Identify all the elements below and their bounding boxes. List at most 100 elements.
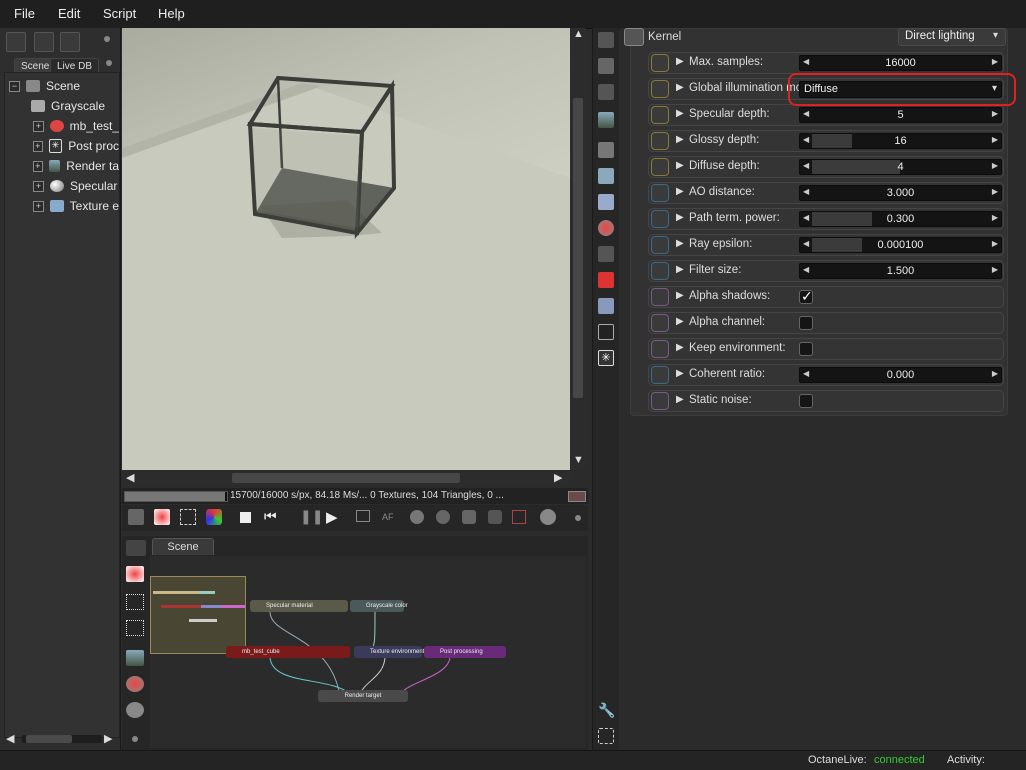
- collapse-icon[interactable]: [60, 32, 80, 52]
- kernel-type-dropdown[interactable]: Direct lighting ▾: [898, 28, 1006, 46]
- render-viewport[interactable]: [122, 28, 570, 470]
- param-row[interactable]: ▶ AO distance: ◀ ▶ 3.000: [648, 182, 1004, 204]
- scroll-down-icon[interactable]: ▼: [573, 454, 584, 466]
- int-param-icon[interactable]: [651, 54, 669, 72]
- float-param-icon[interactable]: [651, 210, 669, 228]
- param-row[interactable]: ▶ Keep environment:: [648, 338, 1004, 360]
- material-node-icon[interactable]: [126, 676, 144, 692]
- graph-menu-icon[interactable]: [126, 540, 146, 556]
- param-slider[interactable]: ◀ ▶ 16000: [799, 55, 1002, 71]
- bool-param-icon[interactable]: [651, 340, 669, 358]
- param-checkbox[interactable]: [799, 394, 813, 408]
- geometry-icon[interactable]: [598, 272, 614, 288]
- param-row[interactable]: ▶ Max. samples: ◀ ▶ 16000: [648, 52, 1004, 74]
- param-row[interactable]: ▶ Specular depth: ◀ ▶ 5: [648, 104, 1004, 126]
- param-slider[interactable]: ◀ ▶ 1.500: [799, 263, 1002, 279]
- expand-arrow-icon[interactable]: ▶: [676, 82, 684, 93]
- graph-node-post-processing[interactable]: Post processing: [424, 646, 506, 658]
- tree-expand-toggle[interactable]: +: [33, 200, 44, 212]
- scroll-track[interactable]: [22, 735, 102, 743]
- tree-expand-toggle[interactable]: +: [33, 120, 44, 132]
- fit-view-icon[interactable]: [180, 509, 196, 525]
- expand-arrow-icon[interactable]: ▶: [676, 108, 684, 119]
- scroll-thumb[interactable]: [26, 735, 72, 743]
- tab-pin-icon[interactable]: [106, 60, 112, 66]
- tree-item[interactable]: + Texture e: [33, 197, 119, 215]
- float-param-icon[interactable]: [651, 366, 669, 384]
- kernel-icon[interactable]: [598, 246, 614, 262]
- expand-arrow-icon[interactable]: ▶: [676, 342, 684, 353]
- int-param-icon[interactable]: [651, 158, 669, 176]
- scroll-right-icon[interactable]: ▶: [104, 732, 112, 745]
- camera-icon[interactable]: [598, 142, 614, 158]
- cloud-render-icon[interactable]: [128, 509, 144, 525]
- material-picker-icon[interactable]: [410, 510, 424, 524]
- param-row[interactable]: ▶ Path term. power: ◀ ▶ 0.300: [648, 208, 1004, 230]
- param-slider[interactable]: ◀ ▶ 16: [799, 133, 1002, 149]
- scroll-up-icon[interactable]: ▲: [573, 28, 584, 40]
- expand-arrow-icon[interactable]: ▶: [676, 264, 684, 275]
- menu-file[interactable]: File: [14, 6, 35, 21]
- param-checkbox[interactable]: ✓: [799, 288, 813, 304]
- scroll-thumb[interactable]: [573, 98, 583, 398]
- param-slider[interactable]: ◀ ▶ 0.300: [799, 211, 1002, 227]
- scroll-left-icon[interactable]: ◀: [6, 732, 14, 745]
- environment-node-icon[interactable]: [126, 702, 144, 718]
- arrange-nodes-icon[interactable]: [126, 594, 144, 610]
- tree-expand-toggle[interactable]: +: [33, 140, 43, 152]
- graph-node-mb-test-cube[interactable]: mb_test_cube: [226, 646, 350, 658]
- menu-edit[interactable]: Edit: [58, 6, 80, 21]
- viewport-horizontal-scrollbar[interactable]: ◀ ▶: [122, 470, 570, 486]
- pause-icon[interactable]: ❚❚: [300, 508, 323, 525]
- param-row[interactable]: ▶ Coherent ratio: ◀ ▶ 0.000: [648, 364, 1004, 386]
- expand-arrow-icon[interactable]: ▶: [676, 290, 684, 301]
- param-slider[interactable]: ◀ ▶ 5: [799, 107, 1002, 123]
- object-picker-icon[interactable]: [436, 510, 450, 524]
- param-slider[interactable]: ◀ ▶ 0.000: [799, 367, 1002, 383]
- float-param-icon[interactable]: [651, 236, 669, 254]
- collapse-all-icon[interactable]: [598, 84, 614, 100]
- param-slider[interactable]: ◀ ▶ 4: [799, 159, 1002, 175]
- menu-script[interactable]: Script: [103, 6, 136, 21]
- focus-picker-icon[interactable]: [512, 510, 526, 524]
- post-processing-icon[interactable]: ✳: [598, 350, 614, 366]
- graph-node-texture-environment[interactable]: Texture environment: [354, 646, 424, 658]
- expand-arrow-icon[interactable]: ▶: [676, 368, 684, 379]
- menu-help[interactable]: Help: [158, 6, 185, 21]
- gi-mode-dropdown[interactable]: Diffuse ▾: [799, 81, 1002, 98]
- expand-arrow-icon[interactable]: ▶: [676, 160, 684, 171]
- tree-item[interactable]: + mb_test_: [33, 117, 119, 135]
- imager-icon[interactable]: [598, 168, 614, 184]
- outliner-menu-icon[interactable]: [6, 32, 26, 52]
- float-param-icon[interactable]: [651, 184, 669, 202]
- render-target-node-icon[interactable]: [126, 650, 144, 666]
- environment-icon[interactable]: [598, 194, 614, 210]
- material-icon[interactable]: [598, 220, 614, 236]
- expand-icon[interactable]: [598, 728, 614, 744]
- param-checkbox[interactable]: [799, 342, 813, 356]
- param-row[interactable]: ▶ Ray epsilon: ◀ ▶ 0.000100: [648, 234, 1004, 256]
- expand-arrow-icon[interactable]: ▶: [676, 186, 684, 197]
- restart-icon[interactable]: ⏮: [264, 508, 277, 525]
- render-target-icon[interactable]: [598, 112, 614, 128]
- white-balance-icon[interactable]: [488, 510, 502, 524]
- int-param-icon[interactable]: [651, 132, 669, 150]
- settings-icon[interactable]: [540, 509, 556, 525]
- graph-node-grayscale-color[interactable]: Grayscale color: [350, 600, 408, 612]
- reset-graph-icon[interactable]: [126, 566, 144, 582]
- param-row[interactable]: ▶ Static noise:: [648, 390, 1004, 412]
- tree-expand-toggle[interactable]: +: [33, 160, 43, 172]
- expand-arrow-icon[interactable]: ▶: [676, 394, 684, 405]
- kernel-node-icon[interactable]: [598, 32, 614, 48]
- tree-item[interactable]: Grayscale: [29, 97, 119, 115]
- viewport-vertical-scrollbar[interactable]: ▲ ▼: [570, 28, 586, 470]
- node-graph-canvas[interactable]: Specular material Grayscale color mb_tes…: [150, 556, 586, 748]
- reset-render-icon[interactable]: [154, 509, 170, 525]
- graph-node-render-target[interactable]: Render target: [318, 690, 408, 702]
- enum-param-icon[interactable]: [651, 80, 669, 98]
- color-cube-icon[interactable]: [206, 509, 222, 525]
- graph-minimap[interactable]: [150, 576, 246, 654]
- graph-pin-icon[interactable]: [132, 736, 138, 742]
- play-icon[interactable]: ▶: [326, 508, 338, 526]
- copy-node-icon[interactable]: [34, 32, 54, 52]
